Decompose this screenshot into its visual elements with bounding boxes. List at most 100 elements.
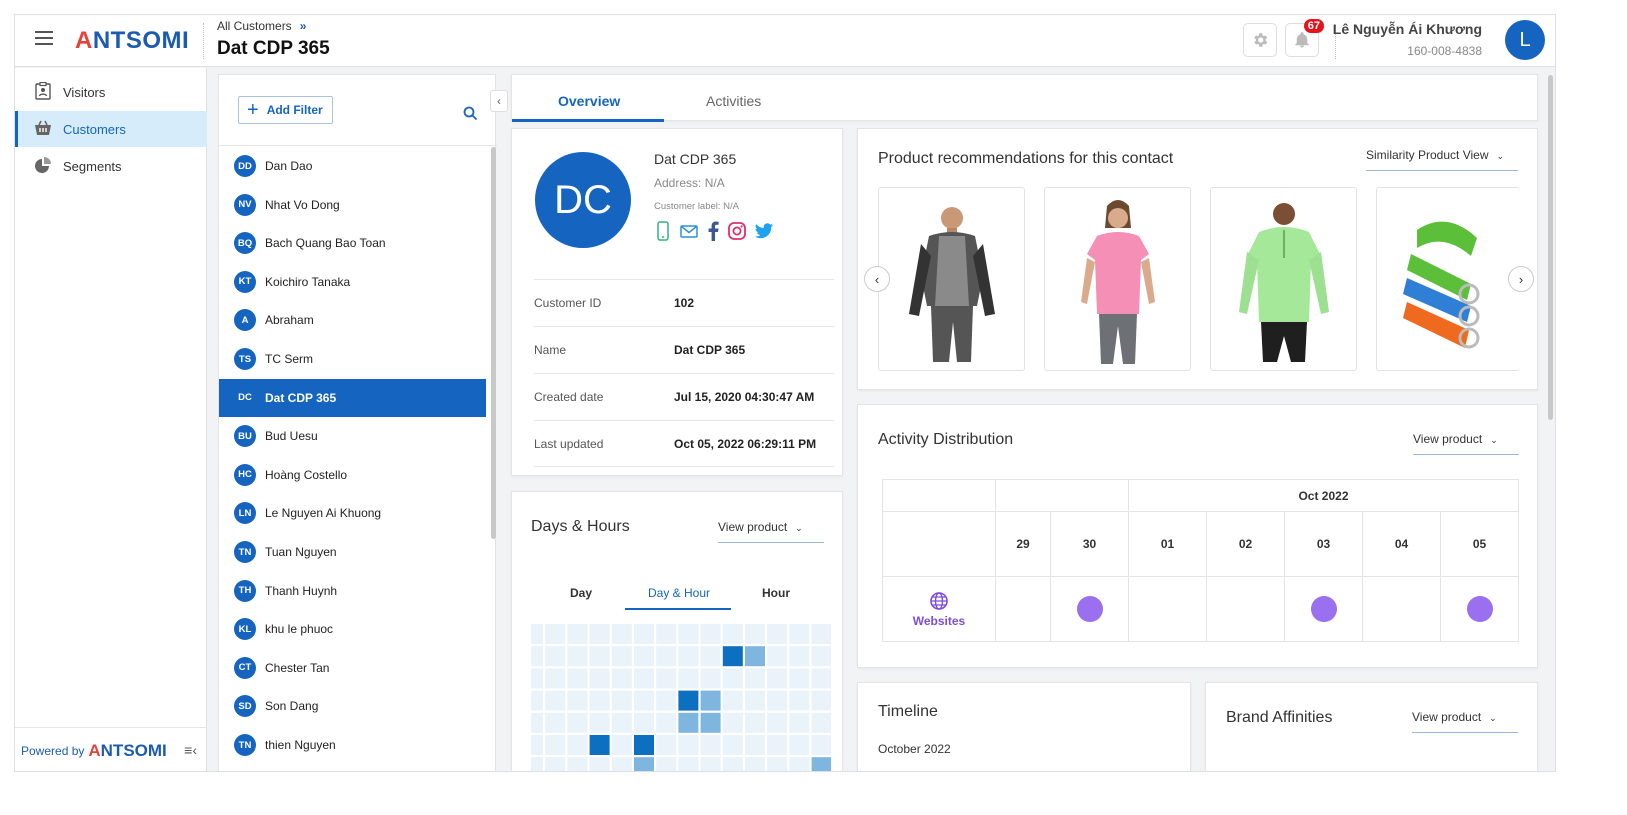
list-scrollbar[interactable] bbox=[491, 147, 496, 539]
heatmap-cell[interactable] bbox=[700, 624, 721, 644]
heatmap-cell[interactable] bbox=[611, 624, 632, 644]
breadcrumb-link[interactable]: All Customers bbox=[217, 19, 292, 33]
tab-activities[interactable]: Activities bbox=[706, 93, 761, 109]
menu-icon[interactable] bbox=[35, 31, 53, 45]
list-item[interactable]: KL khu le phuoc bbox=[219, 610, 486, 648]
heatmap-cell[interactable] bbox=[634, 624, 654, 644]
heatmap-cell[interactable] bbox=[700, 757, 721, 772]
heatmap-cell[interactable] bbox=[700, 735, 721, 755]
facebook-icon[interactable] bbox=[706, 221, 720, 241]
heatmap-cell[interactable] bbox=[745, 757, 765, 772]
heatmap-cell[interactable] bbox=[767, 735, 788, 755]
list-item[interactable]: TN Tuan Nguyen bbox=[219, 533, 486, 571]
heatmap-cell[interactable] bbox=[767, 624, 788, 644]
heatmap-cell[interactable] bbox=[789, 690, 810, 711]
collapse-list-button[interactable]: ‹ bbox=[490, 90, 508, 112]
heatmap-cell[interactable] bbox=[745, 690, 765, 711]
heatmap-cell[interactable] bbox=[789, 712, 810, 733]
heatmap-cell[interactable] bbox=[634, 668, 654, 689]
heatmap-cell[interactable] bbox=[589, 757, 610, 772]
heatmap-cell[interactable] bbox=[567, 646, 588, 667]
heatmap-cell[interactable] bbox=[567, 757, 588, 772]
heatmap-cell[interactable] bbox=[678, 646, 699, 667]
list-item[interactable]: KT Koichiro Tanaka bbox=[219, 263, 486, 301]
subtab-day-hour[interactable]: Day & Hour bbox=[648, 586, 710, 600]
product-card[interactable] bbox=[1044, 187, 1191, 371]
heatmap-cell[interactable] bbox=[811, 624, 831, 644]
subtab-hour[interactable]: Hour bbox=[762, 586, 790, 600]
heatmap-cell[interactable] bbox=[811, 735, 831, 755]
heatmap-cell[interactable] bbox=[722, 668, 743, 689]
list-item[interactable]: CT Chester Tan bbox=[219, 649, 486, 687]
search-icon[interactable] bbox=[463, 106, 478, 126]
heatmap-cell[interactable] bbox=[745, 712, 765, 733]
product-card[interactable] bbox=[1376, 187, 1520, 371]
heatmap-cell[interactable] bbox=[611, 735, 632, 755]
activity-view-dropdown[interactable]: View product ⌄ bbox=[1413, 432, 1519, 455]
list-item[interactable]: BQ Bach Quang Bao Toan bbox=[219, 224, 486, 262]
heatmap-cell[interactable] bbox=[531, 757, 543, 772]
heatmap-cell[interactable] bbox=[589, 690, 610, 711]
heatmap-cell[interactable] bbox=[767, 668, 788, 689]
heatmap-cell[interactable] bbox=[634, 690, 654, 711]
heatmap-cell[interactable] bbox=[767, 712, 788, 733]
list-item[interactable]: TN thien Nguyen bbox=[219, 726, 486, 764]
product-card[interactable] bbox=[1210, 187, 1357, 371]
main-scrollbar[interactable] bbox=[1548, 75, 1553, 420]
heatmap-cell[interactable] bbox=[656, 735, 677, 755]
heatmap-cell[interactable] bbox=[611, 646, 632, 667]
heatmap-cell[interactable] bbox=[678, 712, 699, 733]
heatmap-cell[interactable] bbox=[789, 624, 810, 644]
carousel-prev-button[interactable]: ‹ bbox=[864, 266, 890, 292]
list-item[interactable]: DC Dat CDP 365 bbox=[219, 378, 486, 417]
heatmap-cell[interactable] bbox=[767, 757, 788, 772]
tab-overview[interactable]: Overview bbox=[558, 93, 620, 109]
subtab-day[interactable]: Day bbox=[570, 586, 592, 600]
list-item[interactable]: NV Nhat Vo Dong bbox=[219, 186, 486, 224]
twitter-icon[interactable] bbox=[754, 221, 774, 241]
list-item[interactable]: SD Son Dang bbox=[219, 687, 486, 725]
heatmap-cell[interactable] bbox=[531, 735, 543, 755]
heatmap-cell[interactable] bbox=[811, 712, 831, 733]
heatmap-cell[interactable] bbox=[767, 690, 788, 711]
instagram-icon[interactable] bbox=[727, 221, 747, 241]
heatmap-cell[interactable] bbox=[545, 668, 566, 689]
heatmap-cell[interactable] bbox=[656, 690, 677, 711]
heatmap-cell[interactable] bbox=[567, 690, 588, 711]
heatmap-cell[interactable] bbox=[531, 624, 543, 644]
breadcrumb[interactable]: All Customers » bbox=[217, 19, 306, 33]
heatmap-cell[interactable] bbox=[656, 712, 677, 733]
heatmap-cell[interactable] bbox=[611, 757, 632, 772]
heatmap-cell[interactable] bbox=[545, 690, 566, 711]
list-item[interactable]: HC Hoàng Costello bbox=[219, 456, 486, 494]
activity-dot[interactable] bbox=[1076, 596, 1103, 622]
notifications-button[interactable]: 67 bbox=[1285, 19, 1324, 57]
heatmap-cell[interactable] bbox=[789, 668, 810, 689]
carousel-next-button[interactable]: › bbox=[1508, 266, 1534, 292]
heatmap-cell[interactable] bbox=[611, 712, 632, 733]
heatmap-cell[interactable] bbox=[589, 624, 610, 644]
heatmap-cell[interactable] bbox=[589, 668, 610, 689]
heatmap-cell[interactable] bbox=[700, 712, 721, 733]
heatmap-cell[interactable] bbox=[545, 712, 566, 733]
heatmap-cell[interactable] bbox=[722, 646, 743, 667]
heatmap-cell[interactable] bbox=[545, 757, 566, 772]
activity-dot[interactable] bbox=[1310, 596, 1337, 622]
heatmap-cell[interactable] bbox=[745, 735, 765, 755]
email-icon[interactable] bbox=[679, 221, 699, 241]
heatmap-cell[interactable] bbox=[634, 757, 654, 772]
heatmap-cell[interactable] bbox=[567, 712, 588, 733]
heatmap-cell[interactable] bbox=[722, 690, 743, 711]
heatmap-cell[interactable] bbox=[634, 646, 654, 667]
heatmap-cell[interactable] bbox=[656, 624, 677, 644]
heatmap-cell[interactable] bbox=[678, 690, 699, 711]
heatmap-cell[interactable] bbox=[700, 690, 721, 711]
heatmap-cell[interactable] bbox=[678, 757, 699, 772]
heatmap-cell[interactable] bbox=[789, 646, 810, 667]
days-view-dropdown[interactable]: View product ⌄ bbox=[718, 520, 824, 543]
settings-button[interactable] bbox=[1243, 23, 1277, 57]
heatmap-cell[interactable] bbox=[634, 735, 654, 755]
heatmap-cell[interactable] bbox=[722, 624, 743, 644]
heatmap-cell[interactable] bbox=[722, 712, 743, 733]
heatmap-cell[interactable] bbox=[811, 646, 831, 667]
